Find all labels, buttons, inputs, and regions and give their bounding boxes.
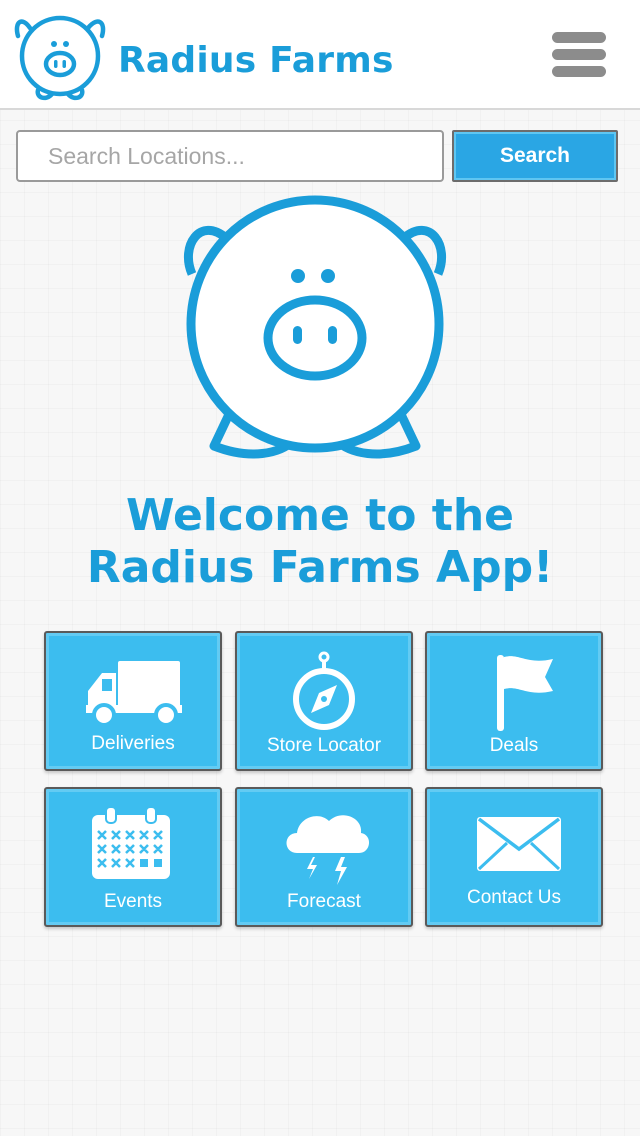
tile-label-forecast: Forecast <box>287 891 361 912</box>
flag-icon <box>497 655 553 731</box>
hamburger-menu-icon[interactable] <box>548 28 610 82</box>
truck-icon <box>86 661 182 727</box>
tile-label-deals: Deals <box>489 735 539 756</box>
tile-deliveries[interactable]: Deliveries <box>44 631 222 771</box>
tile-label-deliveries: Deliveries <box>91 733 175 754</box>
welcome-line-1: Welcome to the <box>126 490 514 541</box>
tile-events[interactable]: Events <box>44 787 222 927</box>
tile-label-store-locator: Store Locator <box>266 735 382 756</box>
storm-cloud-icon <box>286 815 370 885</box>
tile-label-contact-us: Contact Us <box>467 887 561 908</box>
tile-store-locator[interactable]: Store Locator <box>235 631 413 771</box>
search-button[interactable]: Search <box>452 130 618 182</box>
pig-face-icon <box>14 15 106 101</box>
welcome-line-2: Radius Farms App! <box>86 542 554 593</box>
compass-icon <box>293 651 355 730</box>
search-input[interactable] <box>16 130 444 182</box>
brand-title: Radius Farms <box>118 40 394 81</box>
tile-deals[interactable]: Deals <box>425 631 603 771</box>
welcome-message: Welcome to the Radius Farms App! <box>0 490 640 594</box>
envelope-icon <box>477 817 561 871</box>
tile-label-events: Events <box>103 891 163 912</box>
app-header: Radius Farms <box>0 0 640 110</box>
piggy-icon <box>183 195 447 459</box>
tile-contact-us[interactable]: Contact Us <box>425 787 603 927</box>
tile-forecast[interactable]: Forecast <box>235 787 413 927</box>
calendar-icon <box>92 806 170 879</box>
